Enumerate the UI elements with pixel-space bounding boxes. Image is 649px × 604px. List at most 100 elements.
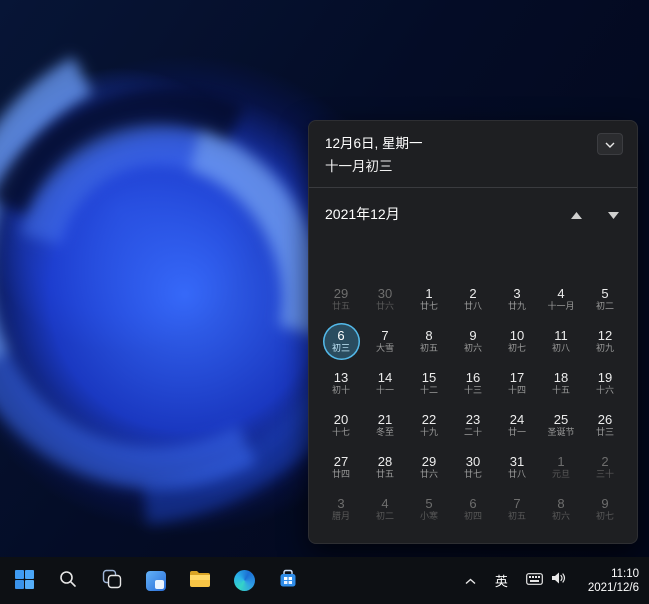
calendar-day[interactable]: 21 冬至 <box>363 404 407 446</box>
day-solar: 8 <box>557 496 564 511</box>
calendar-day[interactable]: 30 廿七 <box>451 446 495 488</box>
calendar-day[interactable]: 5 初二 <box>583 278 627 320</box>
calendar-day[interactable]: 8 初六 <box>539 488 583 530</box>
calendar-day[interactable]: 31 廿八 <box>495 446 539 488</box>
calendar-day[interactable]: 11 初八 <box>539 320 583 362</box>
day-circle: 3 腊月 <box>323 491 360 528</box>
calendar-day[interactable]: 12 初九 <box>583 320 627 362</box>
calendar-day[interactable]: 20 十七 <box>319 404 363 446</box>
calendar-day[interactable]: 3 腊月 <box>319 488 363 530</box>
search-button[interactable] <box>48 561 88 601</box>
day-lunar: 初七 <box>596 511 614 522</box>
day-solar: 9 <box>469 328 476 343</box>
calendar-day[interactable]: 4 十一月 <box>539 278 583 320</box>
calendar-grid: 29 廿五 30 廿六 1 廿七 2 廿八 <box>309 278 637 538</box>
day-circle: 12 初九 <box>587 323 624 360</box>
calendar-day[interactable]: 7 初五 <box>495 488 539 530</box>
day-circle: 29 廿六 <box>411 449 448 486</box>
calendar-day[interactable]: 7 大雪 <box>363 320 407 362</box>
task-view-button[interactable] <box>92 561 132 601</box>
calendar-day[interactable]: 26 廿三 <box>583 404 627 446</box>
day-circle: 5 小寒 <box>411 491 448 528</box>
calendar-header-dates: 12月6日, 星期一 十一月初三 <box>325 133 423 177</box>
day-circle: 28 廿五 <box>367 449 404 486</box>
calendar-day[interactable]: 18 十五 <box>539 362 583 404</box>
day-circle: 10 初七 <box>499 323 536 360</box>
hidden-icons-button[interactable] <box>457 563 485 599</box>
calendar-day[interactable]: 10 初七 <box>495 320 539 362</box>
taskbar-buttons <box>0 561 310 601</box>
clock[interactable]: 11:10 2021/12/6 <box>574 567 649 595</box>
chevron-up-icon <box>465 572 476 590</box>
day-circle: 27 廿四 <box>323 449 360 486</box>
edge-button[interactable] <box>224 561 264 601</box>
day-lunar: 廿六 <box>376 301 394 312</box>
day-circle: 16 十三 <box>455 365 492 402</box>
file-explorer-button[interactable] <box>180 561 220 601</box>
calendar-day[interactable]: 29 廿六 <box>407 446 451 488</box>
day-solar: 3 <box>513 286 520 301</box>
day-lunar: 初八 <box>552 343 570 354</box>
task-view-icon <box>102 569 122 592</box>
day-lunar: 廿三 <box>596 427 614 438</box>
ime-indicator[interactable]: 英 <box>485 571 518 590</box>
day-solar: 7 <box>381 328 388 343</box>
calendar-day[interactable]: 25 圣诞节 <box>539 404 583 446</box>
day-solar: 6 <box>469 496 476 511</box>
calendar-day[interactable]: 28 廿五 <box>363 446 407 488</box>
day-lunar: 十三 <box>464 385 482 396</box>
calendar-day[interactable]: 8 初五 <box>407 320 451 362</box>
day-circle: 23 二十 <box>455 407 492 444</box>
start-button[interactable] <box>4 561 44 601</box>
calendar-day[interactable]: 14 十一 <box>363 362 407 404</box>
day-lunar: 廿七 <box>464 469 482 480</box>
day-lunar: 十六 <box>596 385 614 396</box>
day-lunar: 廿九 <box>508 301 526 312</box>
day-solar: 9 <box>601 496 608 511</box>
day-solar: 26 <box>598 412 612 427</box>
calendar-day[interactable]: 22 十九 <box>407 404 451 446</box>
calendar-day[interactable]: 16 十三 <box>451 362 495 404</box>
day-solar: 15 <box>422 370 436 385</box>
calendar-day[interactable]: 2 三十 <box>583 446 627 488</box>
calendar-day[interactable]: 2 廿八 <box>451 278 495 320</box>
calendar-day[interactable]: 6 初四 <box>451 488 495 530</box>
day-lunar: 廿四 <box>332 469 350 480</box>
day-lunar: 十二 <box>420 385 438 396</box>
calendar-day[interactable]: 29 廿五 <box>319 278 363 320</box>
calendar-day[interactable]: 15 十二 <box>407 362 451 404</box>
day-lunar: 初七 <box>508 343 526 354</box>
calendar-day[interactable]: 13 初十 <box>319 362 363 404</box>
day-circle: 15 十二 <box>411 365 448 402</box>
calendar-day[interactable]: 3 廿九 <box>495 278 539 320</box>
day-solar: 28 <box>378 454 392 469</box>
calendar-day[interactable]: 5 小寒 <box>407 488 451 530</box>
calendar-day[interactable]: 4 初二 <box>363 488 407 530</box>
calendar-day[interactable]: 30 廿六 <box>363 278 407 320</box>
calendar-day[interactable]: 1 元旦 <box>539 446 583 488</box>
next-month-button[interactable] <box>606 205 621 224</box>
calendar-day[interactable]: 9 初七 <box>583 488 627 530</box>
calendar-day[interactable]: 9 初六 <box>451 320 495 362</box>
calendar-day[interactable]: 17 十四 <box>495 362 539 404</box>
day-solar: 17 <box>510 370 524 385</box>
edge-icon <box>234 570 255 591</box>
day-solar: 11 <box>554 328 568 343</box>
prev-month-button[interactable] <box>569 205 584 224</box>
day-solar: 3 <box>337 496 344 511</box>
month-title: 2021年12月 <box>325 204 400 224</box>
day-solar: 29 <box>422 454 436 469</box>
calendar-day[interactable]: 24 廿一 <box>495 404 539 446</box>
day-circle: 25 圣诞节 <box>543 407 580 444</box>
calendar-day[interactable]: 27 廿四 <box>319 446 363 488</box>
day-circle: 22 十九 <box>411 407 448 444</box>
day-solar: 1 <box>425 286 432 301</box>
calendar-day[interactable]: 23 二十 <box>451 404 495 446</box>
widgets-button[interactable] <box>136 561 176 601</box>
microsoft-store-button[interactable] <box>268 561 308 601</box>
calendar-day[interactable]: 1 廿七 <box>407 278 451 320</box>
calendar-day[interactable]: 6 初三 <box>319 320 363 362</box>
collapse-calendar-button[interactable] <box>597 133 623 155</box>
tray-status-icons[interactable] <box>518 571 574 590</box>
calendar-day[interactable]: 19 十六 <box>583 362 627 404</box>
